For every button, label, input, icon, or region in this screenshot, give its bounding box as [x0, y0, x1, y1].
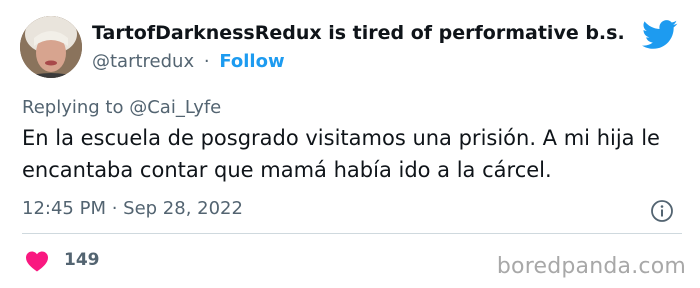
handle-separator: · — [203, 51, 210, 72]
replying-to: Replying to @Cai_Lyfe — [22, 97, 221, 118]
heart-icon[interactable] — [25, 250, 49, 272]
divider — [22, 233, 682, 234]
replying-prefix: Replying to — [22, 97, 124, 118]
author-display-name[interactable]: TartofDarknessRedux is tired of performa… — [92, 22, 625, 44]
follow-button[interactable]: Follow — [219, 51, 284, 72]
author-handle[interactable]: @tartredux — [92, 51, 194, 72]
tweet-timestamp[interactable]: 12:45 PM · Sep 28, 2022 — [22, 198, 243, 219]
tweet-text: En la escuela de posgrado visitamos una … — [22, 126, 660, 182]
avatar[interactable] — [20, 16, 82, 78]
reply-mention-link[interactable]: @Cai_Lyfe — [129, 97, 221, 118]
author-handle-row: @tartredux · Follow — [92, 51, 285, 72]
watermark: boredpanda.com — [496, 254, 686, 279]
like-count: 149 — [64, 250, 100, 270]
twitter-bird-icon[interactable] — [642, 20, 678, 50]
info-icon[interactable] — [650, 199, 674, 223]
